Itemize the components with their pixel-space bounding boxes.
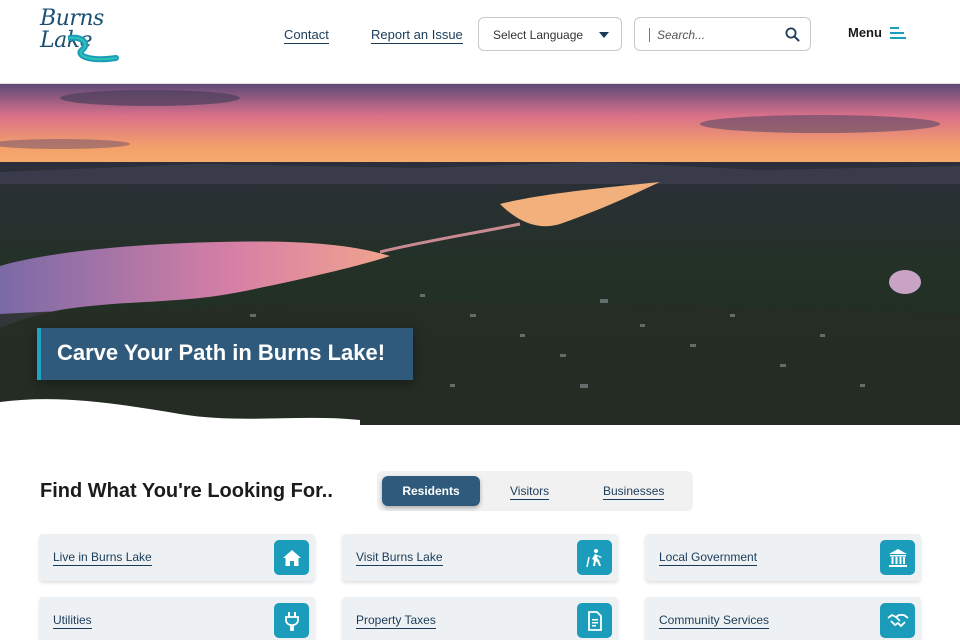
card-community-services[interactable]: Community Services xyxy=(645,597,921,640)
handshake-icon xyxy=(880,603,915,638)
hiker-icon xyxy=(577,540,612,575)
tab-residents[interactable]: Residents xyxy=(382,476,480,506)
text-cursor-bar xyxy=(649,28,650,42)
site-logo[interactable]: Burns Lake xyxy=(38,6,122,63)
card-label: Utilities xyxy=(53,613,92,629)
card-label: Local Government xyxy=(659,550,758,566)
hero-title: Carve Your Path in Burns Lake! xyxy=(37,328,413,380)
card-label: Live in Burns Lake xyxy=(53,550,152,566)
language-select[interactable]: Select Language xyxy=(478,17,622,51)
card-utilities[interactable]: Utilities xyxy=(39,597,315,640)
plug-icon xyxy=(274,603,309,638)
house-icon xyxy=(274,540,309,575)
search-input[interactable] xyxy=(657,25,777,45)
document-icon xyxy=(577,603,612,638)
tab-businesses-label: Businesses xyxy=(603,484,665,500)
logo-river-icon xyxy=(68,34,119,63)
government-building-icon xyxy=(880,540,915,575)
site-header: Burns Lake Contact Report an Issue Selec… xyxy=(0,0,960,84)
menu-button[interactable]: Menu xyxy=(848,25,906,40)
find-section-title: Find What You're Looking For.. xyxy=(40,480,333,502)
audience-tabs: Residents Visitors Businesses xyxy=(377,471,693,511)
language-select-value: Select Language xyxy=(493,28,584,42)
card-local-government[interactable]: Local Government xyxy=(645,534,921,581)
card-property-taxes[interactable]: Property Taxes xyxy=(342,597,618,640)
search-box xyxy=(634,17,811,51)
tab-visitors[interactable]: Visitors xyxy=(510,476,550,506)
nav-contact-link[interactable]: Contact xyxy=(284,27,329,44)
search-icon[interactable] xyxy=(785,27,800,42)
card-label: Property Taxes xyxy=(356,613,436,629)
menu-label: Menu xyxy=(848,25,882,40)
card-label: Community Services xyxy=(659,613,770,629)
hero-banner: Carve Your Path in Burns Lake! xyxy=(0,84,960,425)
card-label: Visit Burns Lake xyxy=(356,550,443,566)
nav-report-issue-link[interactable]: Report an Issue xyxy=(371,27,463,44)
tab-visitors-label: Visitors xyxy=(510,484,550,500)
caret-down-icon xyxy=(599,32,609,38)
card-visit-burns-lake[interactable]: Visit Burns Lake xyxy=(342,534,618,581)
tab-businesses[interactable]: Businesses xyxy=(603,476,665,506)
card-live-in-burns-lake[interactable]: Live in Burns Lake xyxy=(39,534,315,581)
menu-lines-icon xyxy=(889,26,906,39)
